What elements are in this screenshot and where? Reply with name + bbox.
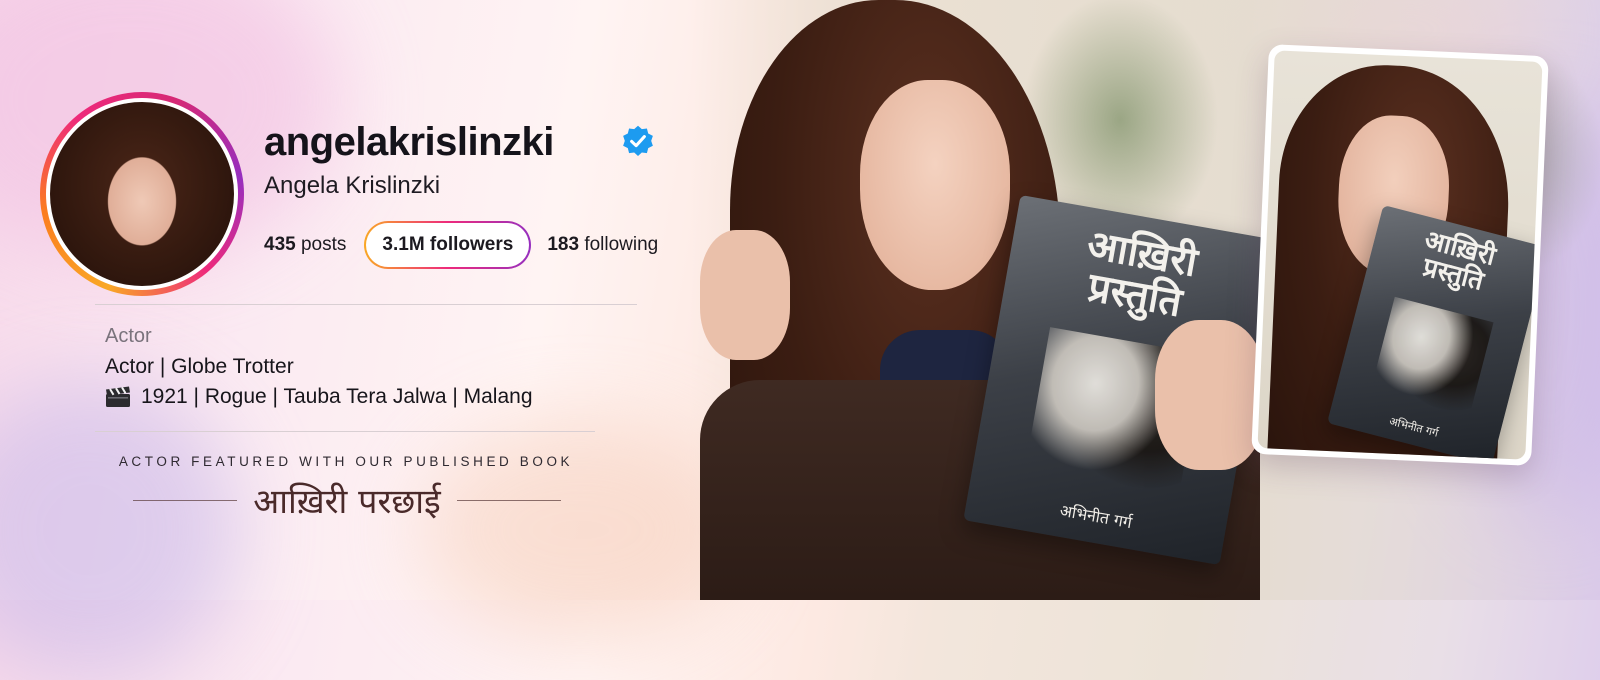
followers-text: 3.1M followers [382, 234, 514, 255]
profile-category: Actor [105, 325, 152, 347]
avatar[interactable] [40, 92, 244, 296]
background-glow [0, 380, 240, 680]
posts-count: 435 [264, 234, 296, 255]
avatar-image [50, 102, 234, 286]
book-cover-art [1367, 296, 1494, 427]
book-name-row: आख़िरी परछाई [133, 472, 561, 528]
hand [1155, 320, 1265, 470]
following-label: following [584, 234, 659, 255]
bio-line: 1921 | Rogue | Tauba Tera Jalwa | Malang [105, 385, 533, 409]
following-stat[interactable]: 183 following [547, 234, 658, 256]
following-count: 183 [547, 234, 580, 255]
main-photo: आख़िरी प्रस्तुति अभिनीत गर्ग [700, 0, 1320, 600]
posts-label: posts [300, 234, 347, 255]
face [860, 80, 1010, 290]
hand [700, 230, 790, 360]
divider [95, 431, 595, 432]
secondary-photo: आख़िरी प्रस्तुति अभिनीत गर्ग [1257, 50, 1543, 460]
book-cover-title: आख़िरी प्रस्तुति [1367, 215, 1542, 310]
divider [95, 304, 637, 305]
verified-badge-icon [623, 125, 653, 156]
bio-line2-text: 1921 | Rogue | Tauba Tera Jalwa | Malang [141, 385, 533, 408]
book-name: आख़िरी परछाई [253, 482, 441, 522]
bio-line: Actor | Globe Trotter [105, 355, 294, 378]
full-name: Angela Krislinzki [264, 172, 441, 199]
clapperboard-icon [106, 386, 130, 407]
decorative-line [456, 499, 561, 501]
posts-stat[interactable]: 435 posts [264, 234, 346, 256]
featured-caption: ACTOR FEATURED WITH OUR PUBLISHED BOOK [118, 454, 574, 469]
secondary-photo-card: आख़िरी प्रस्तुति अभिनीत गर्ग [1251, 44, 1549, 466]
book-cover-title: आख़िरी प्रस्तुति [1003, 211, 1274, 339]
decorative-line [133, 499, 238, 501]
profile-stats: 435 posts 3.1M followers 183 following [264, 222, 658, 268]
username: angelakrislinzki [264, 120, 554, 164]
followers-stat[interactable]: 3.1M followers [364, 221, 531, 269]
